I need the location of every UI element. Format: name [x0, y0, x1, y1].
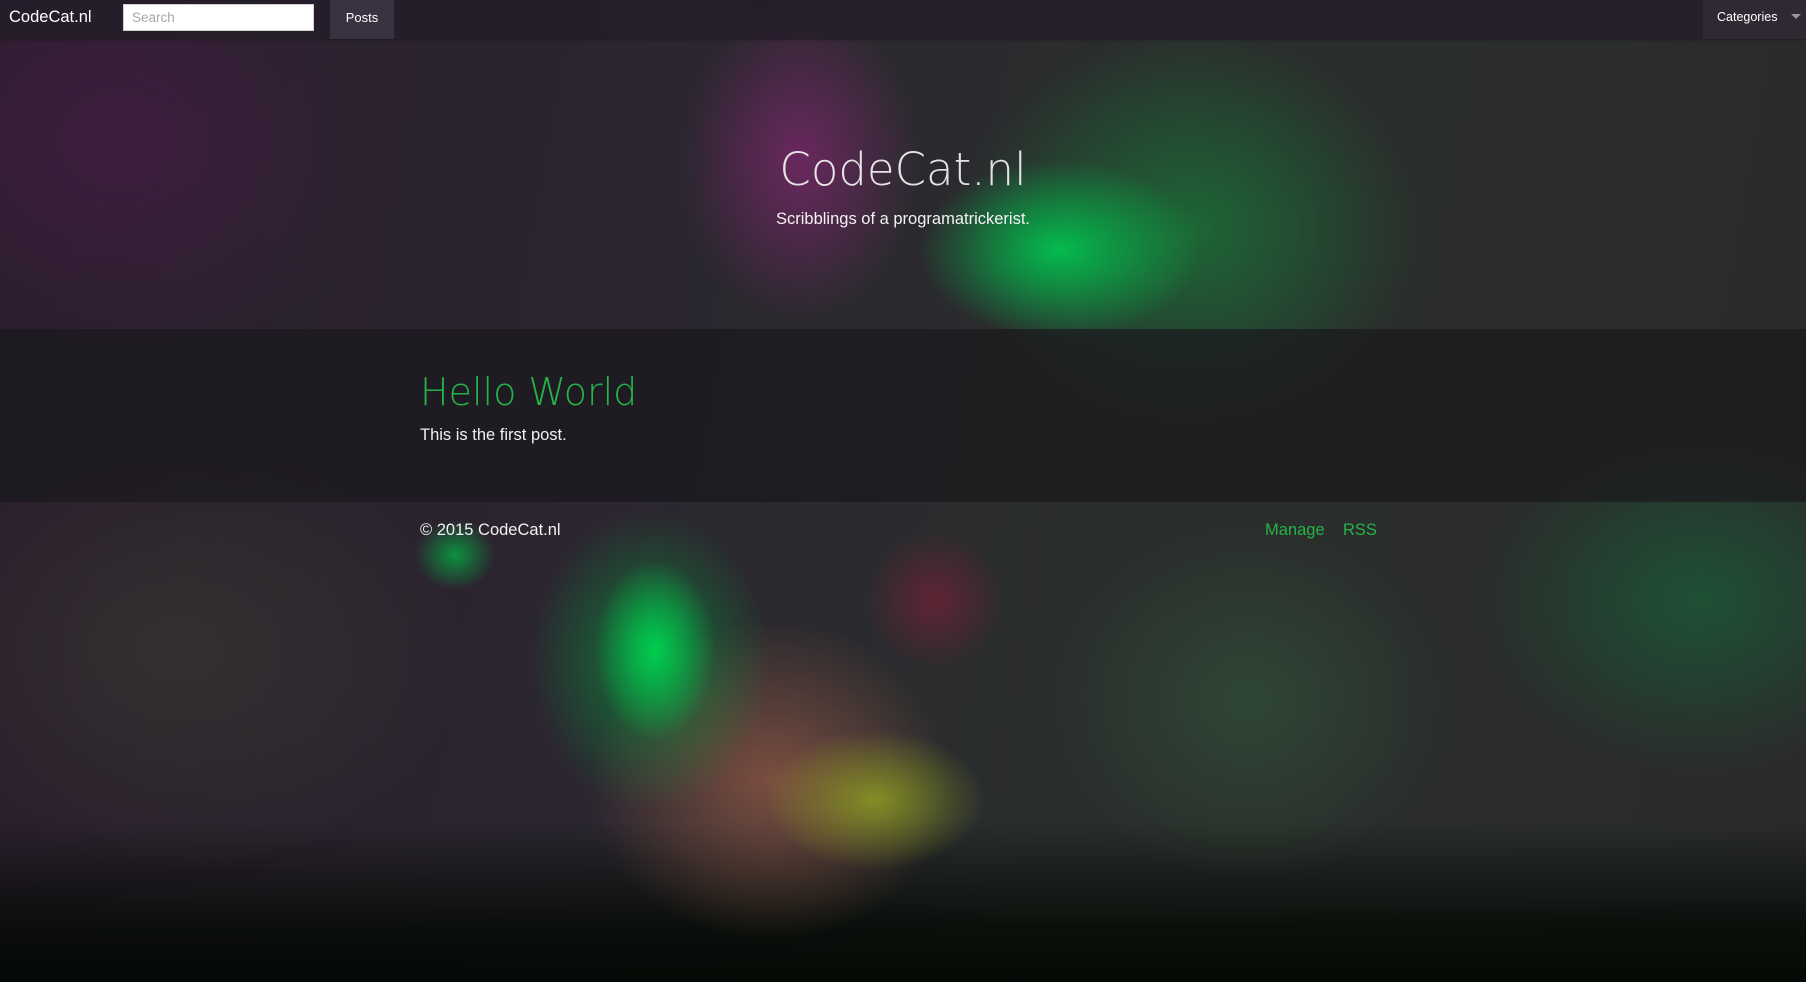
top-navbar: CodeCat.nl Posts Categories: [0, 0, 1806, 39]
site-subtitle: Scribblings of a programatrickerist.: [775, 210, 1030, 228]
categories-dropdown[interactable]: Categories: [1703, 0, 1806, 39]
post-preview: Hello World This is the first post.: [0, 329, 1806, 502]
hero-header: CodeCat.nl Scribblings of a programatric…: [0, 39, 1806, 329]
post-excerpt: This is the first post.: [420, 426, 567, 444]
categories-label: Categories: [1717, 10, 1778, 24]
brand-link[interactable]: CodeCat.nl: [9, 0, 92, 39]
post-title-link[interactable]: Hello World: [420, 370, 637, 414]
footer: © 2015 CodeCat.nl Manage RSS: [0, 502, 1806, 562]
nav-item-posts[interactable]: Posts: [330, 0, 394, 39]
caret-down-icon: [1791, 14, 1801, 19]
search-input[interactable]: [123, 4, 314, 31]
manage-link[interactable]: Manage: [1265, 521, 1325, 540]
site-title: CodeCat.nl: [779, 143, 1027, 196]
copyright-text: © 2015 CodeCat.nl: [420, 521, 561, 539]
rss-link[interactable]: RSS: [1343, 521, 1377, 540]
